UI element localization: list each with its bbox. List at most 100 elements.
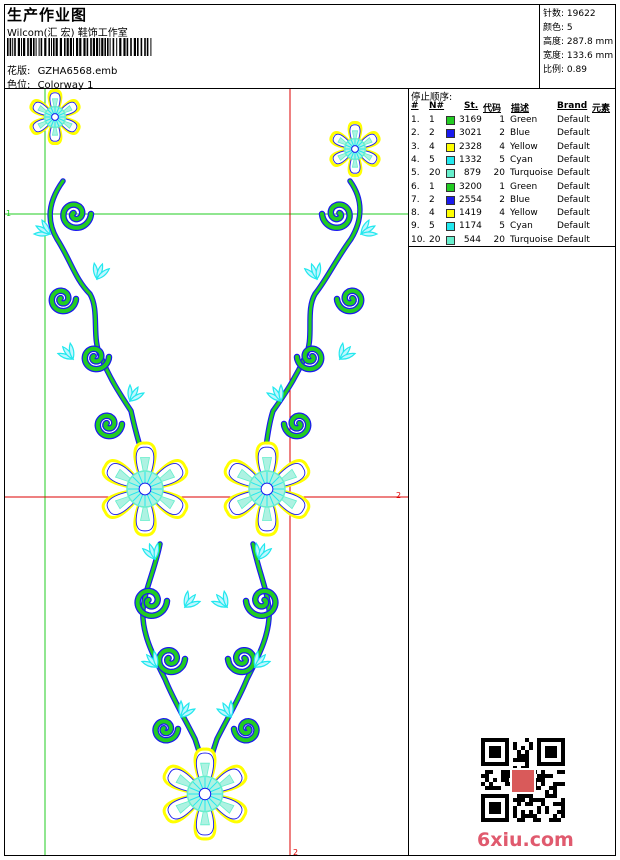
stop-index: 1. <box>411 115 420 125</box>
stop-row: 8. 4 1419 4 Yellow Default <box>409 208 616 221</box>
stop-description: Turquoise <box>510 168 554 179</box>
stop-brand: Default <box>557 115 590 125</box>
stop-code: 20 <box>493 234 505 245</box>
stop-description: Cyan <box>510 154 533 165</box>
stop-needle: 2 <box>429 194 435 205</box>
stop-needle: 2 <box>429 128 435 139</box>
stop-description: Blue <box>510 128 530 139</box>
stop-brand: Default <box>557 141 590 152</box>
stat-stitches: 针数: 19622 <box>543 9 596 19</box>
stop-brand: Default <box>557 208 590 219</box>
stop-index: 7. <box>411 194 420 205</box>
stop-stitches: 1174 <box>459 221 482 232</box>
color-swatch <box>446 155 455 165</box>
stop-needle: 4 <box>429 141 435 152</box>
stop-stitches: 1332 <box>459 154 482 165</box>
stop-needle: 1 <box>429 181 435 192</box>
studio-subtitle: Wilcom(汇 宏) 鞋饰工作室 <box>7 28 128 39</box>
color-swatch <box>446 169 455 179</box>
stop-needle: 5 <box>429 154 435 165</box>
scroll-right-2 <box>333 287 365 315</box>
stop-brand: Default <box>557 181 590 192</box>
stop-description: Green <box>510 181 538 192</box>
stop-table-header: # N# St. 代码 描述 Brand 元素 <box>409 101 616 114</box>
flower-bottom <box>162 747 248 841</box>
color-swatch <box>446 129 455 139</box>
stop-index: 6. <box>411 181 420 192</box>
col-index: # <box>411 101 419 111</box>
stop-stitches: 2328 <box>459 141 482 152</box>
stat-height: 高度: 287.8 mm <box>543 37 614 47</box>
col-needle: N# <box>429 101 445 111</box>
color-swatch <box>446 235 455 245</box>
stop-brand: Default <box>557 154 590 165</box>
col-brand: Brand <box>557 101 588 111</box>
necklace-design: 1122 <box>5 89 408 855</box>
stop-stitches: 3169 <box>459 115 482 125</box>
col-stitches: St. <box>464 101 479 111</box>
scroll-right-4 <box>280 412 312 440</box>
stop-row: 9. 5 1174 5 Cyan Default <box>409 221 616 234</box>
stop-sequence-table: 停止顺序: # N# St. 代码 描述 Brand 元素 1. 1 3169 1 Gr… <box>409 89 616 247</box>
guide-label-h2: 2 <box>396 491 401 500</box>
stop-needle: 20 <box>429 168 441 179</box>
stop-brand: Default <box>557 194 590 205</box>
lily-right-6 <box>210 589 229 609</box>
stat-colors: 颜色: 5 <box>543 23 573 33</box>
col-element: 元素 <box>592 104 611 114</box>
embroidery-preview: 1122 <box>5 89 408 855</box>
col-code: 代码 <box>483 104 502 114</box>
scroll-left-3 <box>81 345 113 373</box>
stop-index: 9. <box>411 221 420 232</box>
flower-middle-right <box>223 441 311 537</box>
stop-index: 3. <box>411 141 420 152</box>
guide-label-h1: 1 <box>6 209 11 218</box>
scroll-right-3 <box>293 345 325 373</box>
stop-description: Yellow <box>510 141 538 152</box>
stop-row: 5. 20 879 20 Turquoise Default <box>409 168 616 181</box>
stop-code: 2 <box>499 128 505 139</box>
scroll-left-7 <box>152 718 182 744</box>
flower-top-left <box>29 89 81 146</box>
stop-code: 1 <box>499 181 505 192</box>
scroll-left-4 <box>94 412 126 440</box>
color-swatch <box>446 142 455 152</box>
stop-stitches: 2554 <box>459 194 482 205</box>
flower-top-right <box>329 120 381 178</box>
stop-needle: 5 <box>429 221 435 232</box>
stop-row: 4. 5 1332 5 Cyan Default <box>409 155 616 168</box>
stop-stitches: 1419 <box>459 208 482 219</box>
stop-index: 4. <box>411 154 420 165</box>
scroll-right-6 <box>224 646 258 676</box>
stat-width: 宽度: 133.6 mm <box>543 51 614 61</box>
stat-scale: 比例: 0.89 <box>543 65 587 75</box>
col-description: 描述 <box>511 104 530 114</box>
flower-middle-left <box>101 441 189 537</box>
color-swatch <box>446 116 455 125</box>
lily-left-6 <box>183 589 202 609</box>
guide-label-v2: 2 <box>293 848 298 855</box>
stop-index: 10. <box>411 234 426 245</box>
stop-row: 1. 1 3169 1 Green Default <box>409 115 616 128</box>
lily-left-3 <box>56 341 75 361</box>
barcode <box>7 38 152 56</box>
watermark-text: 6xiu.com <box>477 829 574 851</box>
stop-brand: Default <box>557 221 590 232</box>
stop-code: 20 <box>493 168 505 179</box>
page-title: 生产作业图 <box>7 6 88 24</box>
stop-code: 2 <box>499 194 505 205</box>
stop-brand: Default <box>557 128 590 139</box>
stop-description: Cyan <box>510 221 533 232</box>
stop-row: 7. 2 2554 2 Blue Default <box>409 195 616 208</box>
color-swatch <box>446 182 455 192</box>
stop-code: 4 <box>499 208 505 219</box>
design-stats: 针数: 19622 颜色: 5 高度: 287.8 mm 宽度: 133.6 m… <box>539 4 616 88</box>
color-swatch <box>446 195 455 205</box>
stop-index: 5. <box>411 168 420 179</box>
stop-description: Turquoise <box>510 234 554 245</box>
stop-code: 1 <box>499 115 505 125</box>
stop-index: 8. <box>411 208 420 219</box>
seal-stamp <box>510 768 536 794</box>
scroll-left-6 <box>155 646 189 676</box>
stop-description: Blue <box>510 194 530 205</box>
